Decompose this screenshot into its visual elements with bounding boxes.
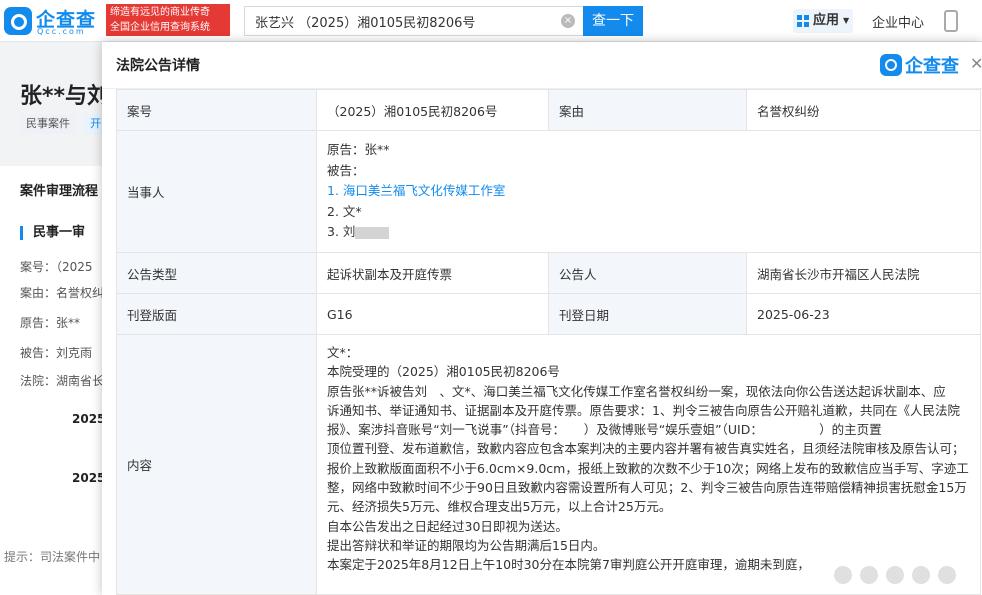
ad-line-1: 缔造有远见的商业传奇 xyxy=(110,7,210,18)
chevron-down-icon: ▼ xyxy=(843,16,850,25)
announcer-label: 公告人 xyxy=(548,252,747,294)
apps-menu[interactable]: 应用 ▼ xyxy=(793,9,853,33)
brand-domain: Qcc.com xyxy=(37,27,86,36)
defendant-2: 2. 文* xyxy=(327,203,362,219)
brand-mark-icon xyxy=(880,54,902,76)
content-line: 本院受理的（2025）湘0105民初8206号 xyxy=(327,364,560,380)
table-row: 内容 文*： 本院受理的（2025）湘0105民初8206号 原告张**诉被告刘… xyxy=(116,334,981,595)
bg-date-1: 2025 xyxy=(72,412,106,426)
bg-court: 法院：湖南省长 xyxy=(20,374,105,388)
content-line: 报价上致歉版面面积不小于6.0cm×9.0cm，报纸上致歉的次数不少于10次；网… xyxy=(327,460,969,476)
bg-plaintiff: 原告：张** xyxy=(20,316,81,330)
case-tags: 民事案件 开 xyxy=(20,114,111,134)
content-line: 诉通知书、举证通知书、证据副本及开庭传票。原告要求：1、判令三被告向原告公开赔礼… xyxy=(327,402,960,418)
notice-detail-table: 案号 （2025）湘0105民初8206号 案由 名誉权纠纷 当事人 原告：张*… xyxy=(116,89,981,595)
page-title: 张**与刘 xyxy=(20,84,110,109)
ad-line-2: 全国企业信用查询系统 xyxy=(110,22,210,33)
parties-label: 当事人 xyxy=(116,130,317,253)
content-line: 顶位置刊登、发布道歉信，致歉内容应包含本案判决的主要内容并署有被告真实姓名，且须… xyxy=(327,441,965,457)
content-label: 内容 xyxy=(116,334,317,595)
bg-date-2: 2025 xyxy=(72,471,106,485)
content-line: 文*： xyxy=(327,345,359,360)
court-notice-modal: 法院公告详情 企查查 ✕ 案号 （2025）湘0105民初8206号 案由 名誉… xyxy=(102,42,982,595)
table-row: 刊登版面 G16 刊登日期 2025-06-23 xyxy=(116,293,981,335)
watermark xyxy=(826,560,976,590)
plaintiff-text: 原告：张** xyxy=(327,142,390,158)
search-box: × xyxy=(244,6,584,36)
case-flow-title: 案件审理流程 xyxy=(20,184,99,199)
bg-case-no: 案号：（2025 xyxy=(20,260,93,274)
parties-value: 原告：张** 被告： 1. 海口美兰福飞文化传媒工作室 2. 文* 3. 刘 xyxy=(316,130,981,253)
top-bar: 企查查 Qcc.com 缔造有远见的商业传奇 全国企业信用查询系统 × 查一下 … xyxy=(0,0,982,42)
enterprise-center-link[interactable]: 企业中心 xyxy=(872,12,924,31)
bg-cause: 案由：名誉权纠 xyxy=(20,286,105,300)
grid-icon xyxy=(797,15,809,27)
brand-logo[interactable]: 企查查 Qcc.com xyxy=(4,5,104,37)
redaction-mask xyxy=(355,226,390,239)
table-row: 案号 （2025）湘0105民初8206号 案由 名誉权纠纷 xyxy=(116,89,981,131)
modal-logo: 企查查 xyxy=(880,53,966,77)
content-value: 文*： 本院受理的（2025）湘0105民初8206号 原告张**诉被告刘 、文… xyxy=(316,334,981,595)
bg-defendant: 被告：刘克雨 xyxy=(20,346,93,360)
content-line: 整，网络中致歉时间不少于90日且致歉内容需设置所有人可见；2、判令三被告向原告连… xyxy=(327,480,967,496)
clear-icon[interactable]: × xyxy=(561,14,575,28)
notice-type-label: 公告类型 xyxy=(116,252,317,294)
modal-title: 法院公告详情 xyxy=(116,58,200,74)
table-row: 公告类型 起诉状副本及开庭传票 公告人 湖南省长沙市开福区人民法院 xyxy=(116,252,981,294)
content-line: 提出答辩状和举证的期限均为公告期满后15日内。 xyxy=(327,537,606,553)
publish-date-value: 2025-06-23 xyxy=(746,293,981,335)
content-line: 元、经济损失5万元、维权合理支出5万元，以上合计25万元。 xyxy=(327,499,672,515)
apps-label: 应用 xyxy=(813,13,840,28)
bg-tip: 提示：司法案件中 xyxy=(4,550,101,564)
tag-civil-case: 民事案件 xyxy=(20,114,76,134)
content-line: 报》、案涉抖音账号“刘一飞说事”（抖音号： ）及微博账号“娱乐壹姐”（UID： … xyxy=(327,422,882,438)
search-button[interactable]: 查一下 xyxy=(583,6,643,36)
page-label: 刊登版面 xyxy=(116,293,317,335)
section-first-instance: 民事一审 xyxy=(20,226,85,240)
ad-banner[interactable]: 缔造有远见的商业传奇 全国企业信用查询系统 xyxy=(106,4,230,36)
close-icon[interactable]: ✕ xyxy=(970,54,982,73)
content-line: 自本公告发出之日起经过30日即视为送达。 xyxy=(327,518,568,534)
case-flow-panel: 案件审理流程 民事一审 案号：（2025 案由：名誉权纠 原告：张** 被告：刘… xyxy=(0,166,110,595)
page-value: G16 xyxy=(316,293,549,335)
table-row: 当事人 原告：张** 被告： 1. 海口美兰福飞文化传媒工作室 2. 文* 3.… xyxy=(116,130,981,253)
defendant-1-link[interactable]: 1. 海口美兰福飞文化传媒工作室 xyxy=(327,181,970,202)
defendant-label: 被告： xyxy=(327,162,365,178)
publish-date-label: 刊登日期 xyxy=(548,293,747,335)
mobile-icon[interactable] xyxy=(944,10,958,32)
modal-logo-text: 企查查 xyxy=(905,56,959,77)
brand-mark-icon xyxy=(4,7,32,35)
content-line: 原告张**诉被告刘 、文*、海口美兰福飞文化传媒工作室名誉权纠纷一案，现依法向你… xyxy=(327,383,946,399)
notice-type-value: 起诉状副本及开庭传票 xyxy=(316,252,549,294)
search-input[interactable] xyxy=(245,7,555,35)
cause-label: 案由 xyxy=(548,89,747,131)
case-no-link[interactable]: （2025）湘0105民初8206号 xyxy=(316,89,549,131)
cause-value: 名誉权纠纷 xyxy=(746,89,981,131)
defendant-3-row: 3. 刘 xyxy=(327,222,970,243)
case-no-label: 案号 xyxy=(116,89,317,131)
defendant-3: 3. 刘 xyxy=(327,224,356,240)
announcer-value: 湖南省长沙市开福区人民法院 xyxy=(746,252,981,294)
